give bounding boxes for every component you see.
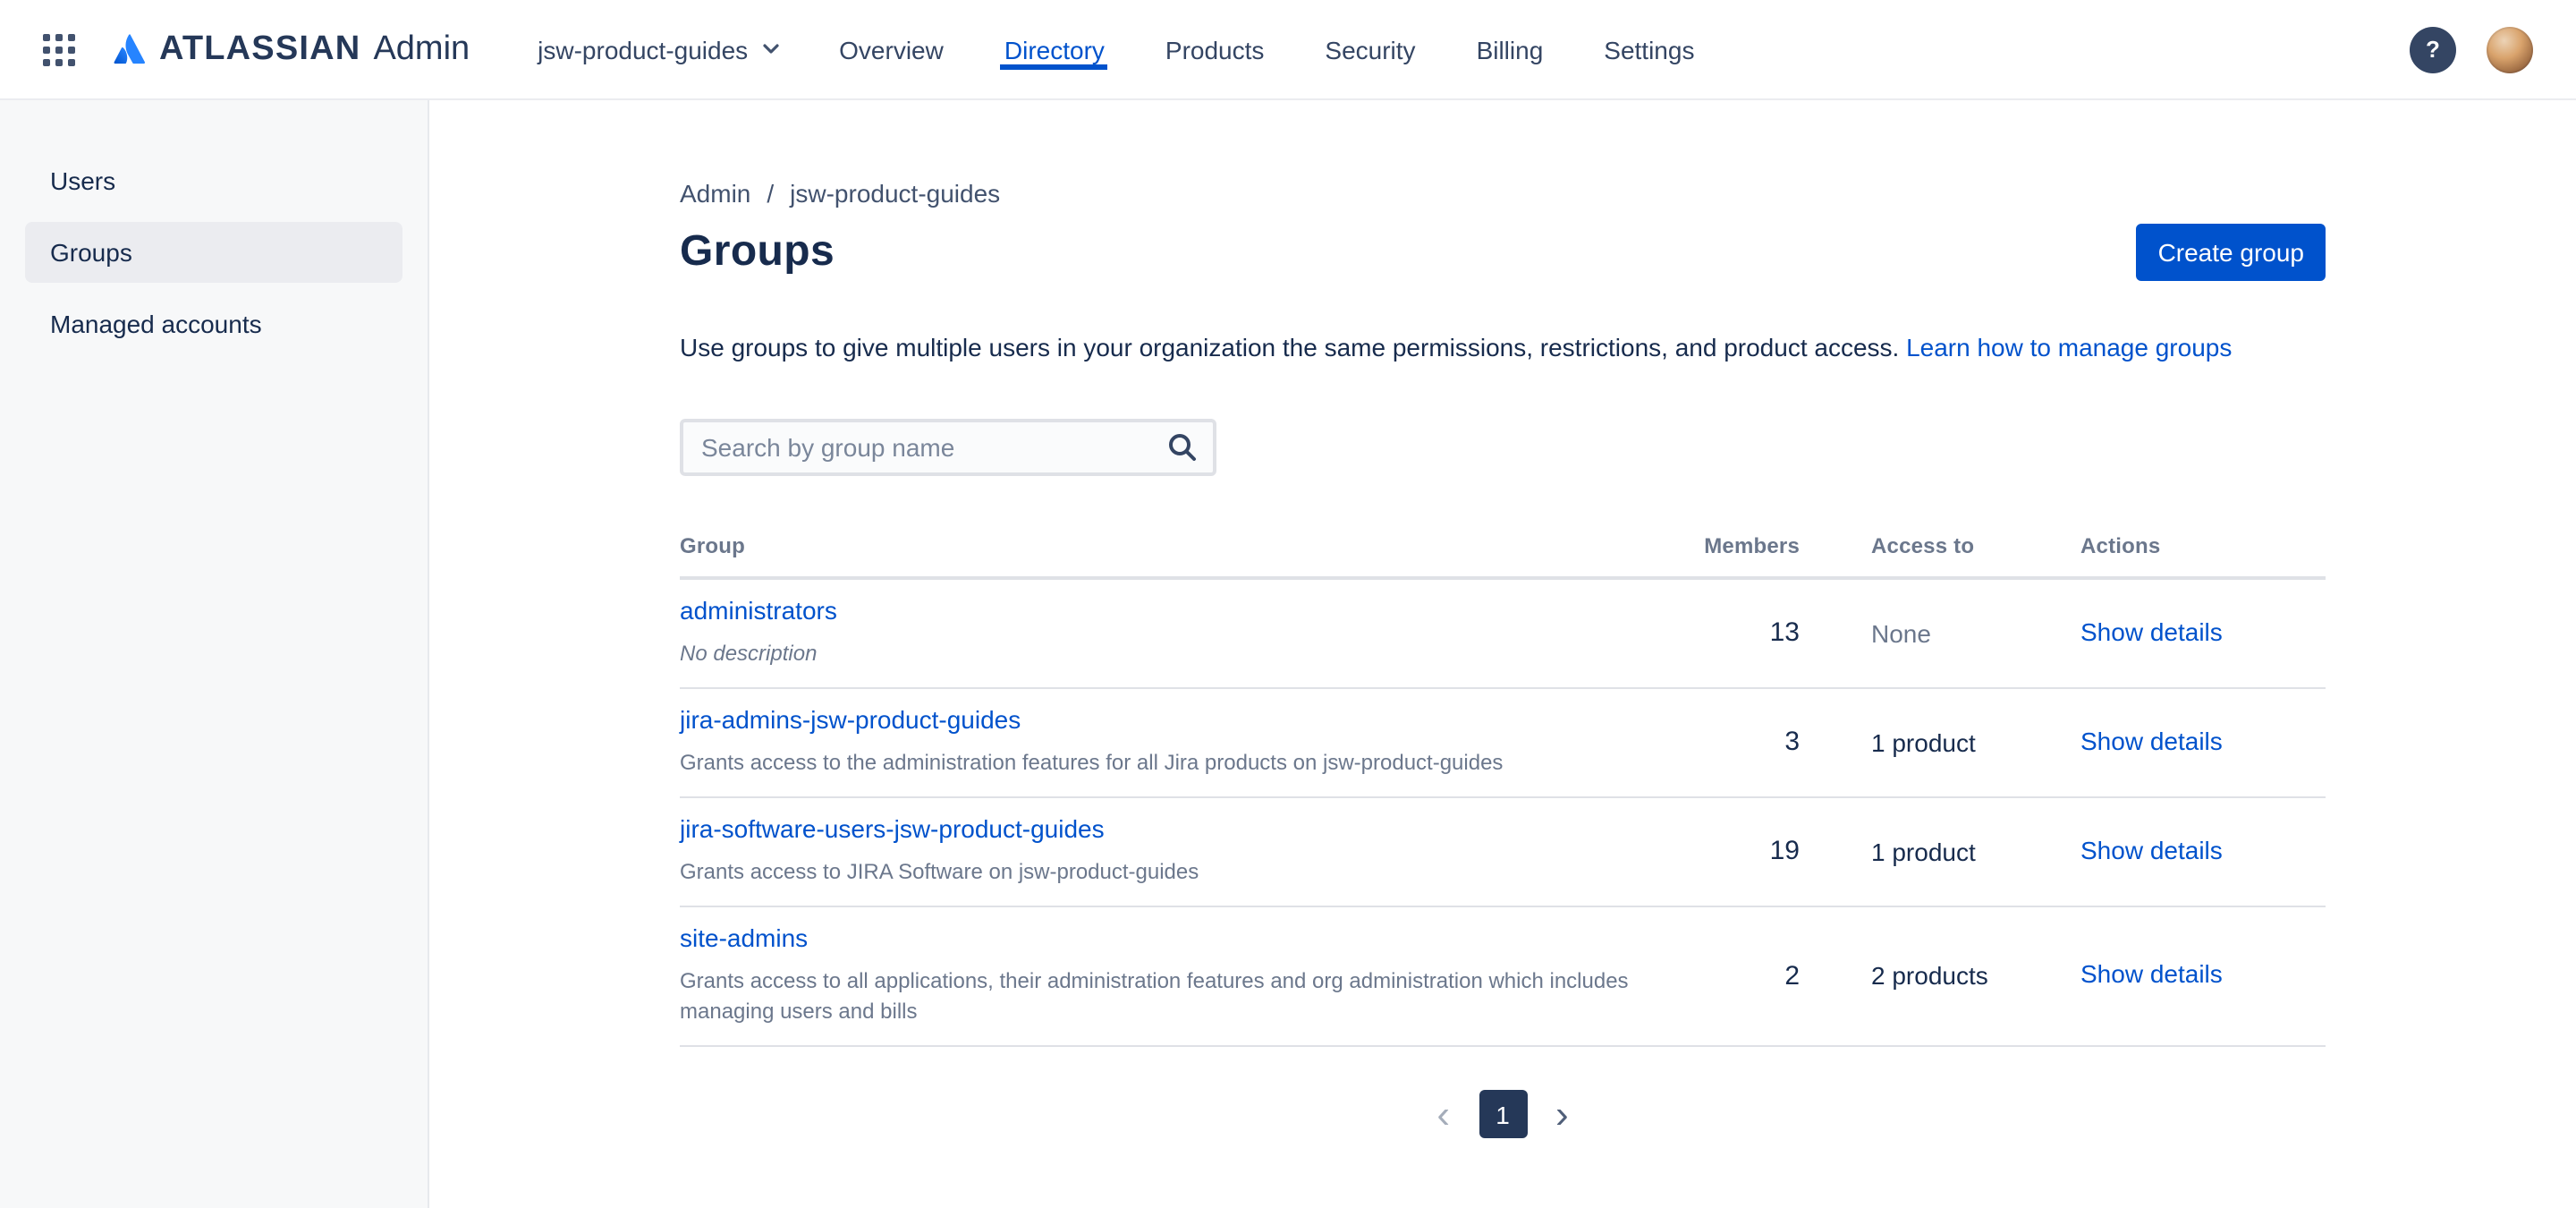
chevron-left-icon[interactable]: ‹ (1429, 1093, 1457, 1134)
breadcrumb-admin[interactable]: Admin (680, 179, 750, 208)
group-description: Grants access to the administration feat… (680, 750, 1504, 775)
pagination: ‹ 1 › (680, 1090, 2326, 1138)
sidebar-item-managed-accounts[interactable]: Managed accounts (25, 293, 402, 354)
members-count: 2 (1784, 960, 1800, 991)
show-details-link[interactable]: Show details (2080, 617, 2223, 645)
groups-intro: Use groups to give multiple users in you… (680, 329, 2326, 365)
learn-manage-groups-link[interactable]: Learn how to manage groups (1906, 333, 2232, 362)
members-count: 13 (1769, 617, 1800, 648)
show-details-link[interactable]: Show details (2080, 959, 2223, 988)
actions-cell: Show details (2080, 617, 2326, 649)
group-cell: site-admins Grants access to all applica… (680, 923, 1657, 1027)
group-cell: jira-software-users-jsw-product-guides G… (680, 814, 1657, 888)
nav-tab-products[interactable]: Products (1162, 30, 1268, 69)
group-search-input[interactable] (701, 433, 1166, 462)
help-icon[interactable]: ? (2410, 26, 2456, 72)
nav-tab-overview[interactable]: Overview (835, 30, 947, 69)
access-to-value: 1 product (1871, 727, 1976, 756)
nav-tab-security[interactable]: Security (1321, 30, 1419, 69)
group-cell: jira-admins-jsw-product-guides Grants ac… (680, 705, 1657, 778)
group-name-link[interactable]: administrators (680, 596, 837, 625)
page-title: Groups (680, 227, 835, 276)
nav-tab-directory[interactable]: Directory (1000, 30, 1108, 69)
atlassian-brand[interactable]: ATLASSIAN Admin (111, 30, 470, 69)
site-selector-label: jsw-product-guides (538, 35, 749, 64)
chevron-right-icon[interactable]: › (1548, 1093, 1576, 1134)
atlassian-wordmark: ATLASSIAN (159, 30, 361, 67)
header-group: Group (680, 533, 745, 558)
page-body: Users Groups Managed accounts Admin / js… (0, 100, 2576, 1208)
group-search-box (680, 419, 1216, 476)
show-details-link[interactable]: Show details (2080, 835, 2223, 863)
group-cell: administrators No description (680, 596, 1657, 669)
breadcrumb-site[interactable]: jsw-product-guides (790, 179, 1000, 208)
nav-tab-settings[interactable]: Settings (1600, 30, 1698, 69)
group-name-link[interactable]: site-admins (680, 923, 808, 952)
access-to-value: 1 product (1871, 837, 1976, 865)
group-name-link[interactable]: jira-software-users-jsw-product-guides (680, 814, 1105, 843)
actions-cell: Show details (2080, 835, 2326, 867)
create-group-button[interactable]: Create group (2136, 224, 2326, 281)
pagination-current-page[interactable]: 1 (1479, 1090, 1527, 1138)
group-description: No description (680, 641, 818, 666)
group-description: Grants access to all applications, their… (680, 968, 1629, 1024)
atlassian-logo-icon (111, 30, 148, 68)
breadcrumb-separator: / (767, 179, 775, 208)
access-to-value: None (1871, 618, 1931, 647)
app-window: ATLASSIAN Admin jsw-product-guides Overv… (0, 0, 2576, 1208)
main-panel: Admin / jsw-product-guides Groups Create… (429, 100, 2576, 1208)
groups-table-header: Group Members Access to Actions (680, 526, 2326, 580)
user-avatar[interactable] (2487, 26, 2533, 72)
members-count: 3 (1784, 727, 1800, 757)
directory-sidebar: Users Groups Managed accounts (0, 100, 429, 1208)
groups-table: Group Members Access to Actions administ… (680, 526, 2326, 1138)
groups-content: Admin / jsw-product-guides Groups Create… (680, 179, 2326, 1138)
intro-text: Use groups to give multiple users in you… (680, 333, 1900, 362)
site-selector-dropdown[interactable]: jsw-product-guides (538, 34, 782, 64)
header-actions: Actions (2080, 533, 2161, 558)
access-to-value: 2 products (1871, 961, 1988, 990)
title-row: Groups Create group (680, 224, 2326, 281)
chevron-down-icon (760, 34, 782, 64)
top-nav-right: ? (2410, 0, 2533, 98)
show-details-link[interactable]: Show details (2080, 726, 2223, 754)
group-name-link[interactable]: jira-admins-jsw-product-guides (680, 705, 1021, 734)
table-row: administrators No description 13 None Sh… (680, 580, 2326, 689)
primary-nav: Overview Directory Products Security Bil… (835, 30, 1698, 69)
group-description: Grants access to JIRA Software on jsw-pr… (680, 859, 1199, 884)
top-nav: ATLASSIAN Admin jsw-product-guides Overv… (0, 0, 2576, 100)
search-icon[interactable] (1166, 431, 1199, 464)
members-count: 19 (1769, 836, 1800, 866)
actions-cell: Show details (2080, 959, 2326, 991)
top-nav-left: ATLASSIAN Admin jsw-product-guides Overv… (36, 0, 1698, 98)
header-members: Members (1704, 533, 1800, 558)
sidebar-item-users[interactable]: Users (25, 150, 402, 211)
breadcrumb: Admin / jsw-product-guides (680, 179, 2326, 208)
nav-tab-billing[interactable]: Billing (1473, 30, 1547, 69)
product-name: Admin (373, 30, 470, 67)
header-access-to: Access to (1871, 533, 1975, 558)
app-switcher-icon[interactable] (36, 26, 82, 72)
sidebar-item-groups[interactable]: Groups (25, 222, 402, 283)
table-row: site-admins Grants access to all applica… (680, 907, 2326, 1047)
actions-cell: Show details (2080, 726, 2326, 758)
table-row: jira-software-users-jsw-product-guides G… (680, 798, 2326, 907)
table-row: jira-admins-jsw-product-guides Grants ac… (680, 689, 2326, 798)
